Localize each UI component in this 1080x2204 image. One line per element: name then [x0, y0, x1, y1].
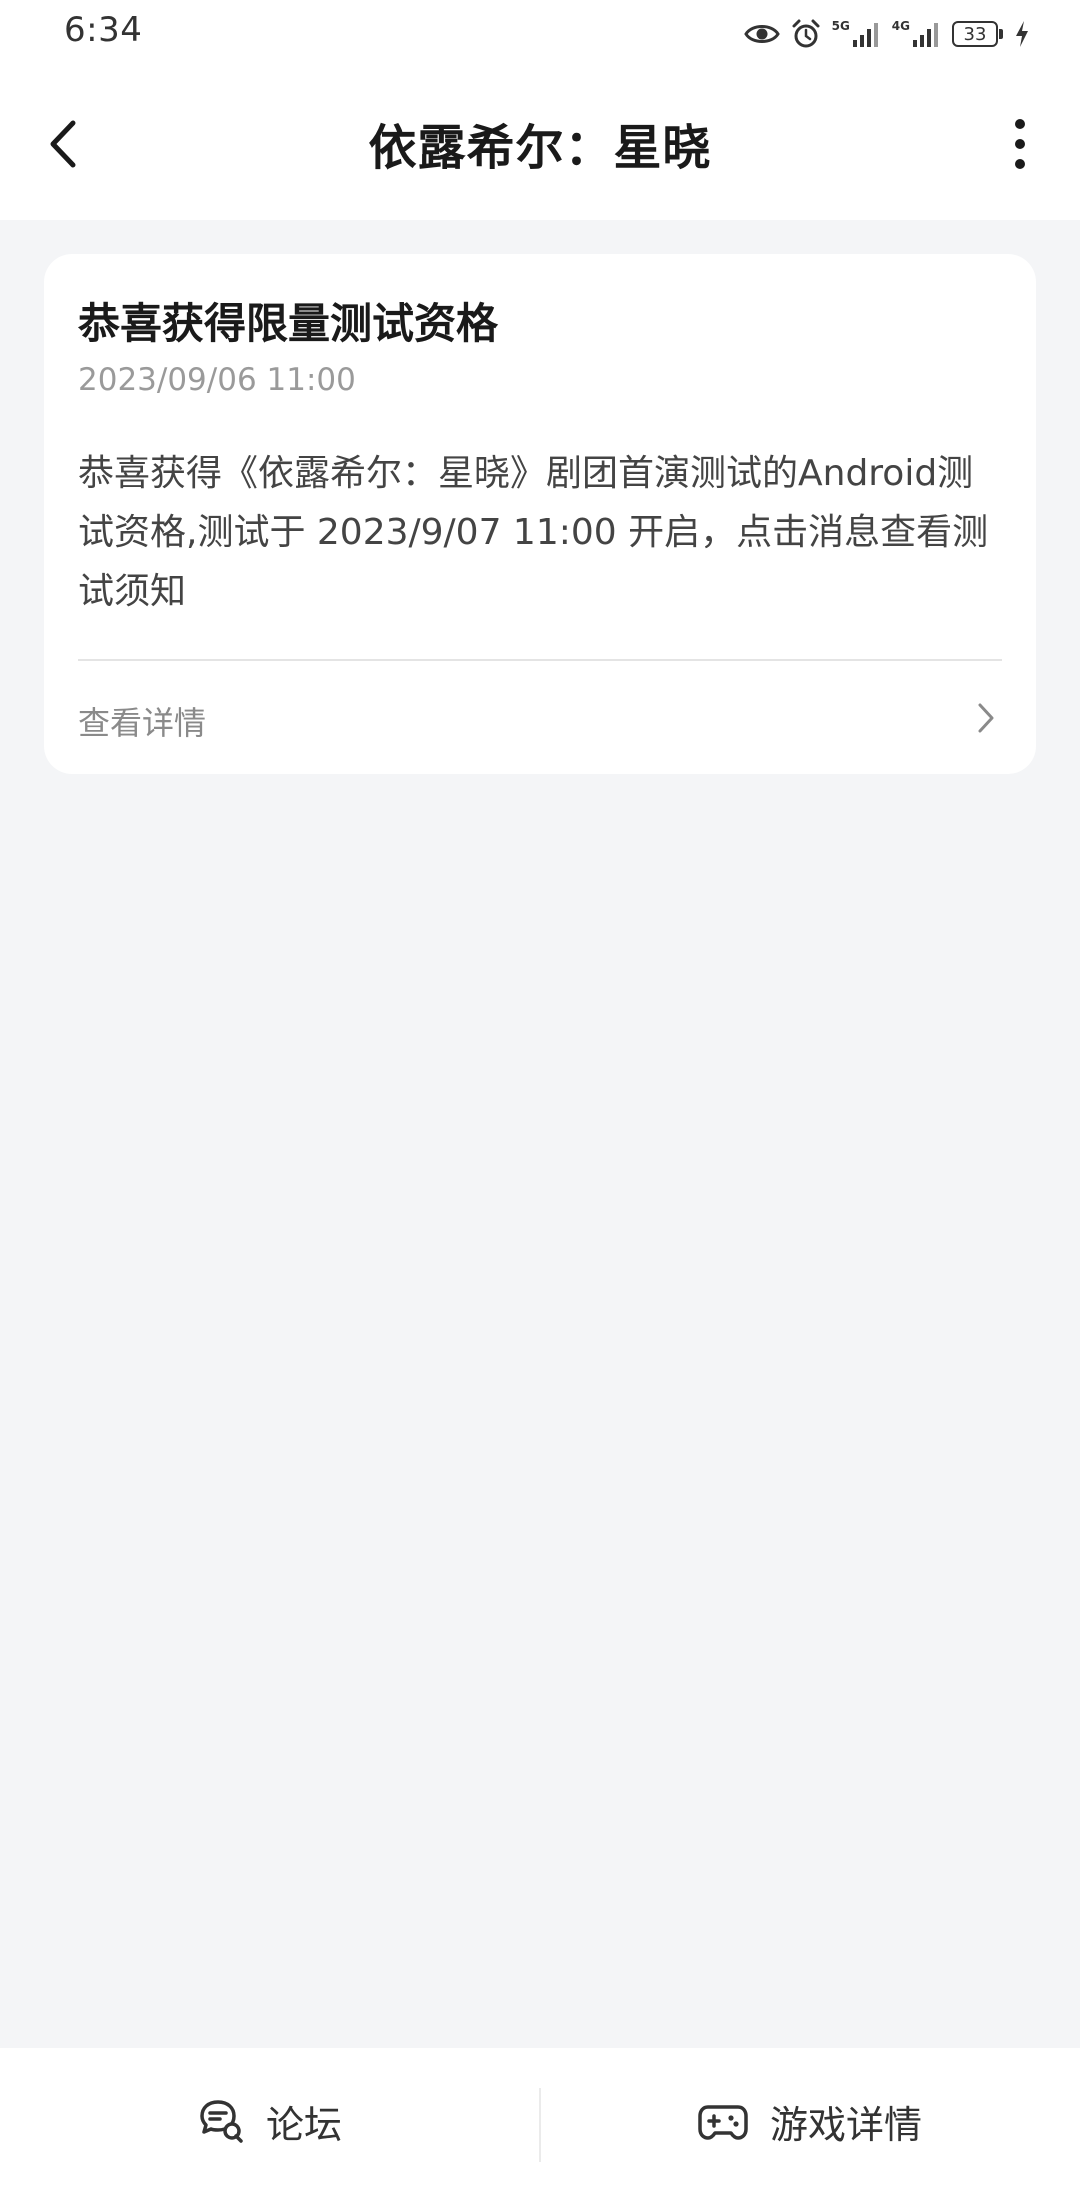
- charging-icon: [1014, 20, 1030, 48]
- more-options-button[interactable]: [1000, 112, 1040, 176]
- battery-indicator: 33: [952, 21, 1003, 47]
- signal-bars-icon: [852, 23, 878, 47]
- app-header: 依露希尔：星晓: [0, 68, 1080, 220]
- view-details-label: 查看详情: [78, 704, 207, 742]
- message-card[interactable]: 恭喜获得限量测试资格 2023/09/06 11:00 恭喜获得《依露希尔：星晓…: [44, 254, 1036, 774]
- status-bar: 6:34 5G 4G 33: [0, 0, 1080, 68]
- eye-icon: [743, 22, 780, 46]
- forum-chat-icon: [200, 2100, 243, 2143]
- network-5g-label: 5G: [831, 19, 850, 33]
- network-4g-label: 4G: [891, 19, 910, 33]
- forum-button[interactable]: 论坛: [0, 2048, 540, 2204]
- battery-level: 33: [963, 23, 987, 45]
- message-title: 恭喜获得限量测试资格: [78, 299, 499, 348]
- card-divider: [78, 659, 1002, 661]
- forum-label: 论坛: [265, 2102, 342, 2147]
- page-title: 依露希尔：星晓: [368, 120, 712, 176]
- signal-5g: 5G: [832, 20, 882, 48]
- bottom-action-bar: 论坛 游戏详情: [0, 2048, 1080, 2204]
- gamepad-icon: [698, 2105, 748, 2140]
- more-dot: [1015, 159, 1025, 169]
- chevron-right-icon: [978, 703, 994, 733]
- more-dot: [1015, 119, 1025, 129]
- more-dot: [1015, 139, 1025, 149]
- status-time: 6:34: [64, 10, 143, 50]
- signal-4g: 4G: [892, 20, 942, 48]
- game-details-button[interactable]: 游戏详情: [540, 2048, 1080, 2204]
- bottom-bar-separator: [539, 2088, 541, 2162]
- status-icons: 5G 4G 33: [743, 14, 1030, 54]
- signal-bars-icon: [913, 23, 938, 47]
- view-details-link[interactable]: 查看详情: [44, 662, 1036, 774]
- game-details-label: 游戏详情: [769, 2102, 922, 2147]
- message-body: 恭喜获得《依露希尔：星晓》剧团首演测试的Android测试资格,测试于 2023…: [78, 453, 989, 612]
- alarm-icon: [790, 18, 822, 50]
- message-timestamp: 2023/09/06 11:00: [78, 362, 356, 398]
